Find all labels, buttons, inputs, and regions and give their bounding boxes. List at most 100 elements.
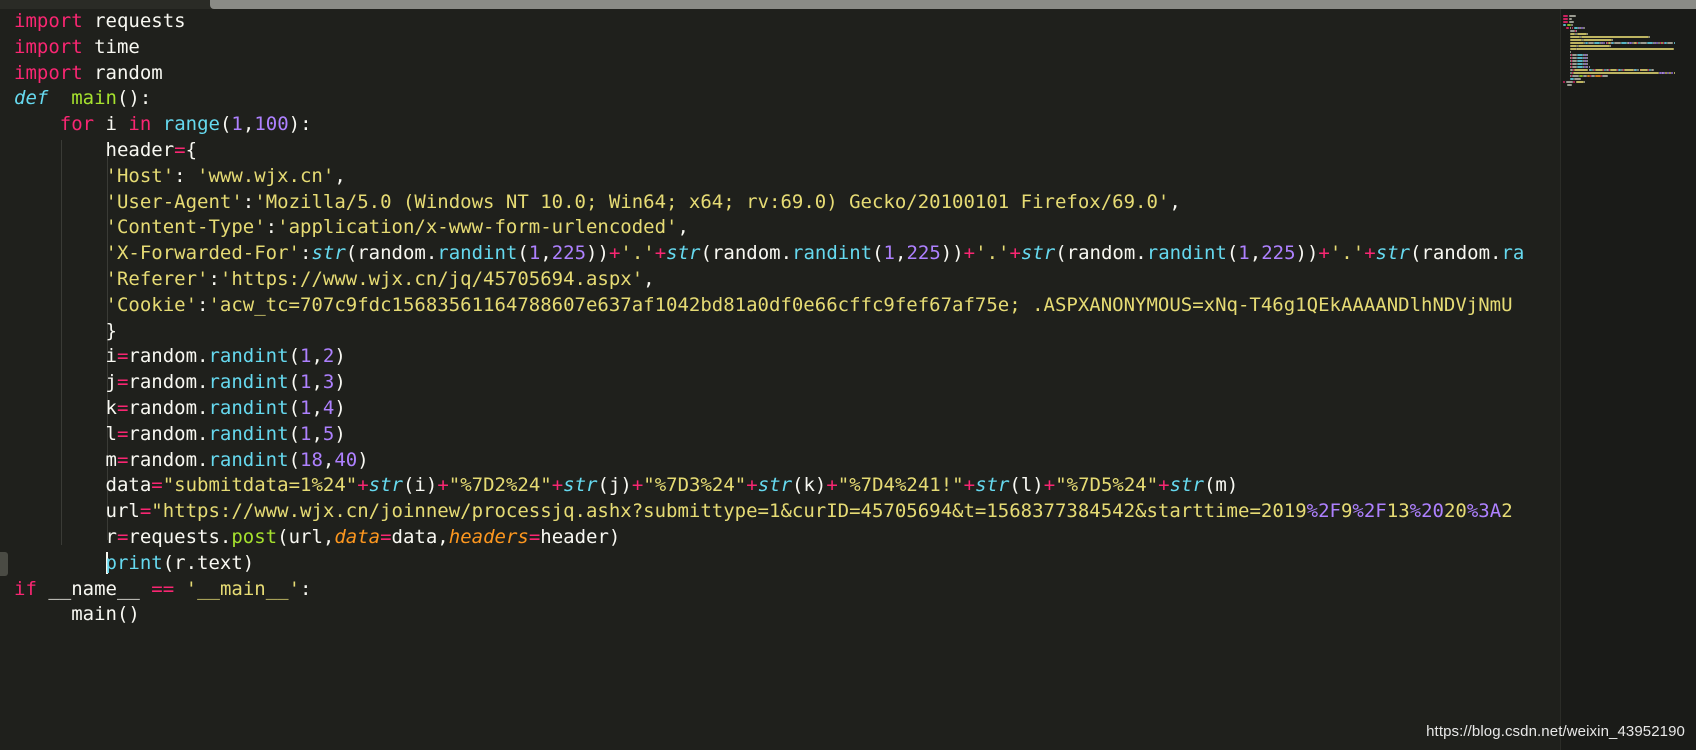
code-token: + [963, 474, 976, 497]
code-token: "%7D3%24" [643, 474, 747, 497]
code-token: post [231, 525, 278, 548]
code-token: , [311, 345, 323, 368]
minimap-line [1588, 66, 1590, 68]
code-token: ( [517, 242, 529, 265]
code-line[interactable]: main() [14, 602, 1560, 628]
code-line[interactable]: data="submitdata=1%24"+str(i)+"%7D2%24"+… [14, 473, 1560, 499]
code-token: , [311, 396, 323, 419]
code-token: ra [1501, 242, 1525, 265]
code-token: (random. [700, 242, 793, 265]
code-line[interactable]: k=random.randint(1,4) [14, 396, 1560, 422]
minimap-line [1586, 60, 1588, 62]
code-token: : [208, 267, 220, 290]
code-token: in [128, 113, 152, 136]
horizontal-scrollbar[interactable] [0, 0, 1696, 9]
minimap-line [1673, 42, 1676, 44]
code-token: randint [208, 448, 289, 471]
code-token: ( [1226, 242, 1239, 265]
code-token: 'Content-Type' [105, 216, 266, 239]
code-token: 'X-Forwarded-For' [105, 242, 300, 265]
minimap[interactable] [1560, 9, 1696, 750]
minimap-line [1571, 27, 1574, 29]
minimap-line [1571, 75, 1580, 77]
code-token: + [1158, 474, 1170, 497]
code-token: k [14, 396, 117, 419]
code-token: 'Cookie' [105, 293, 198, 316]
code-line[interactable]: 'X-Forwarded-For':str(random.randint(1,2… [14, 241, 1560, 267]
minimap-line [1602, 75, 1609, 77]
code-line[interactable]: 'Referer':'https://www.wjx.cn/jq/4570569… [14, 267, 1560, 293]
code-line[interactable]: j=random.randint(1,3) [14, 370, 1560, 396]
code-line[interactable]: r=requests.post(url,data=data,headers=he… [14, 525, 1560, 551]
code-token: ( [288, 345, 301, 368]
code-token: : [300, 577, 312, 600]
minimap-line [1609, 69, 1618, 71]
code-token: : [197, 293, 209, 316]
code-token: 1 [1238, 242, 1250, 265]
code-line[interactable]: 'Cookie':'acw_tc=707c9fdc156835611647886… [14, 293, 1560, 319]
code-line[interactable]: import time [14, 35, 1560, 61]
code-token: random. [128, 422, 209, 445]
code-line[interactable]: import random [14, 61, 1560, 87]
code-line[interactable]: header={ [14, 138, 1560, 164]
code-token: import [14, 10, 83, 32]
code-token: (random. [1409, 242, 1502, 265]
code-token: = [139, 500, 152, 523]
code-token: + [1318, 242, 1330, 265]
code-line[interactable]: 'Host': 'www.wjx.cn', [14, 164, 1560, 190]
code-token: )) [1295, 242, 1319, 265]
code-line[interactable]: print(r.text) [14, 551, 1560, 577]
code-token: if [14, 577, 37, 600]
code-token: ) [334, 371, 346, 394]
code-line[interactable]: 'Content-Type':'application/x-www-form-u… [14, 215, 1560, 241]
code-token: 'Referer' [105, 267, 209, 290]
code-token: str [563, 474, 598, 497]
code-line[interactable]: import requests [14, 9, 1560, 35]
code-token: main() [59, 603, 140, 626]
code-token: str [1375, 242, 1410, 265]
code-token: = [151, 474, 163, 497]
code-token: __name__ [36, 577, 152, 600]
code-token: 1 [300, 422, 312, 445]
code-token: str [666, 242, 701, 265]
code-line[interactable]: 'User-Agent':'Mozilla/5.0 (Windows NT 10… [14, 190, 1560, 216]
code-token: str [368, 474, 403, 497]
code-token: randint [208, 396, 289, 419]
code-token: str [311, 242, 346, 265]
code-token: = [116, 371, 129, 394]
current-line-marker [0, 552, 8, 576]
code-token: + [631, 474, 644, 497]
code-token: randint [1146, 242, 1227, 265]
code-line[interactable]: def main(): [14, 86, 1560, 112]
code-token: %2F [1306, 500, 1341, 523]
code-line[interactable]: m=random.randint(18,40) [14, 448, 1560, 474]
code-token: main [71, 87, 117, 110]
code-area[interactable]: import requests import time import random d… [14, 9, 1560, 628]
code-line[interactable]: url="https://www.wjx.cn/joinnew/processj… [14, 499, 1560, 525]
code-token: requests. [128, 525, 232, 548]
minimap-line [1612, 39, 1614, 41]
code-editor[interactable]: import requests import time import random d… [0, 0, 1560, 750]
scrollbar-thumb[interactable] [210, 0, 1696, 9]
code-token: "https://www.wjx.cn/joinnew/processjq.as… [151, 500, 1307, 523]
code-line[interactable]: for i in range(1,100): [14, 112, 1560, 138]
code-line[interactable]: i=random.randint(1,2) [14, 344, 1560, 370]
code-token: 'www.wjx.cn' [197, 164, 335, 187]
minimap-line [1651, 69, 1654, 71]
minimap-line [1576, 33, 1587, 35]
minimap-line [1586, 54, 1588, 56]
code-line[interactable]: } [14, 319, 1560, 345]
minimap-line [1566, 27, 1569, 29]
code-line[interactable]: if __name__ == '__main__': [14, 577, 1560, 603]
minimap-line [1574, 78, 1581, 80]
code-token: header) [540, 525, 621, 548]
code-line[interactable]: l=random.randint(1,5) [14, 422, 1560, 448]
code-token: import [14, 35, 83, 58]
code-token: ( [288, 396, 301, 419]
code-token: , [1249, 242, 1262, 265]
code-token: url [14, 500, 140, 523]
minimap-line [1666, 42, 1674, 44]
minimap-line [1580, 36, 1649, 38]
